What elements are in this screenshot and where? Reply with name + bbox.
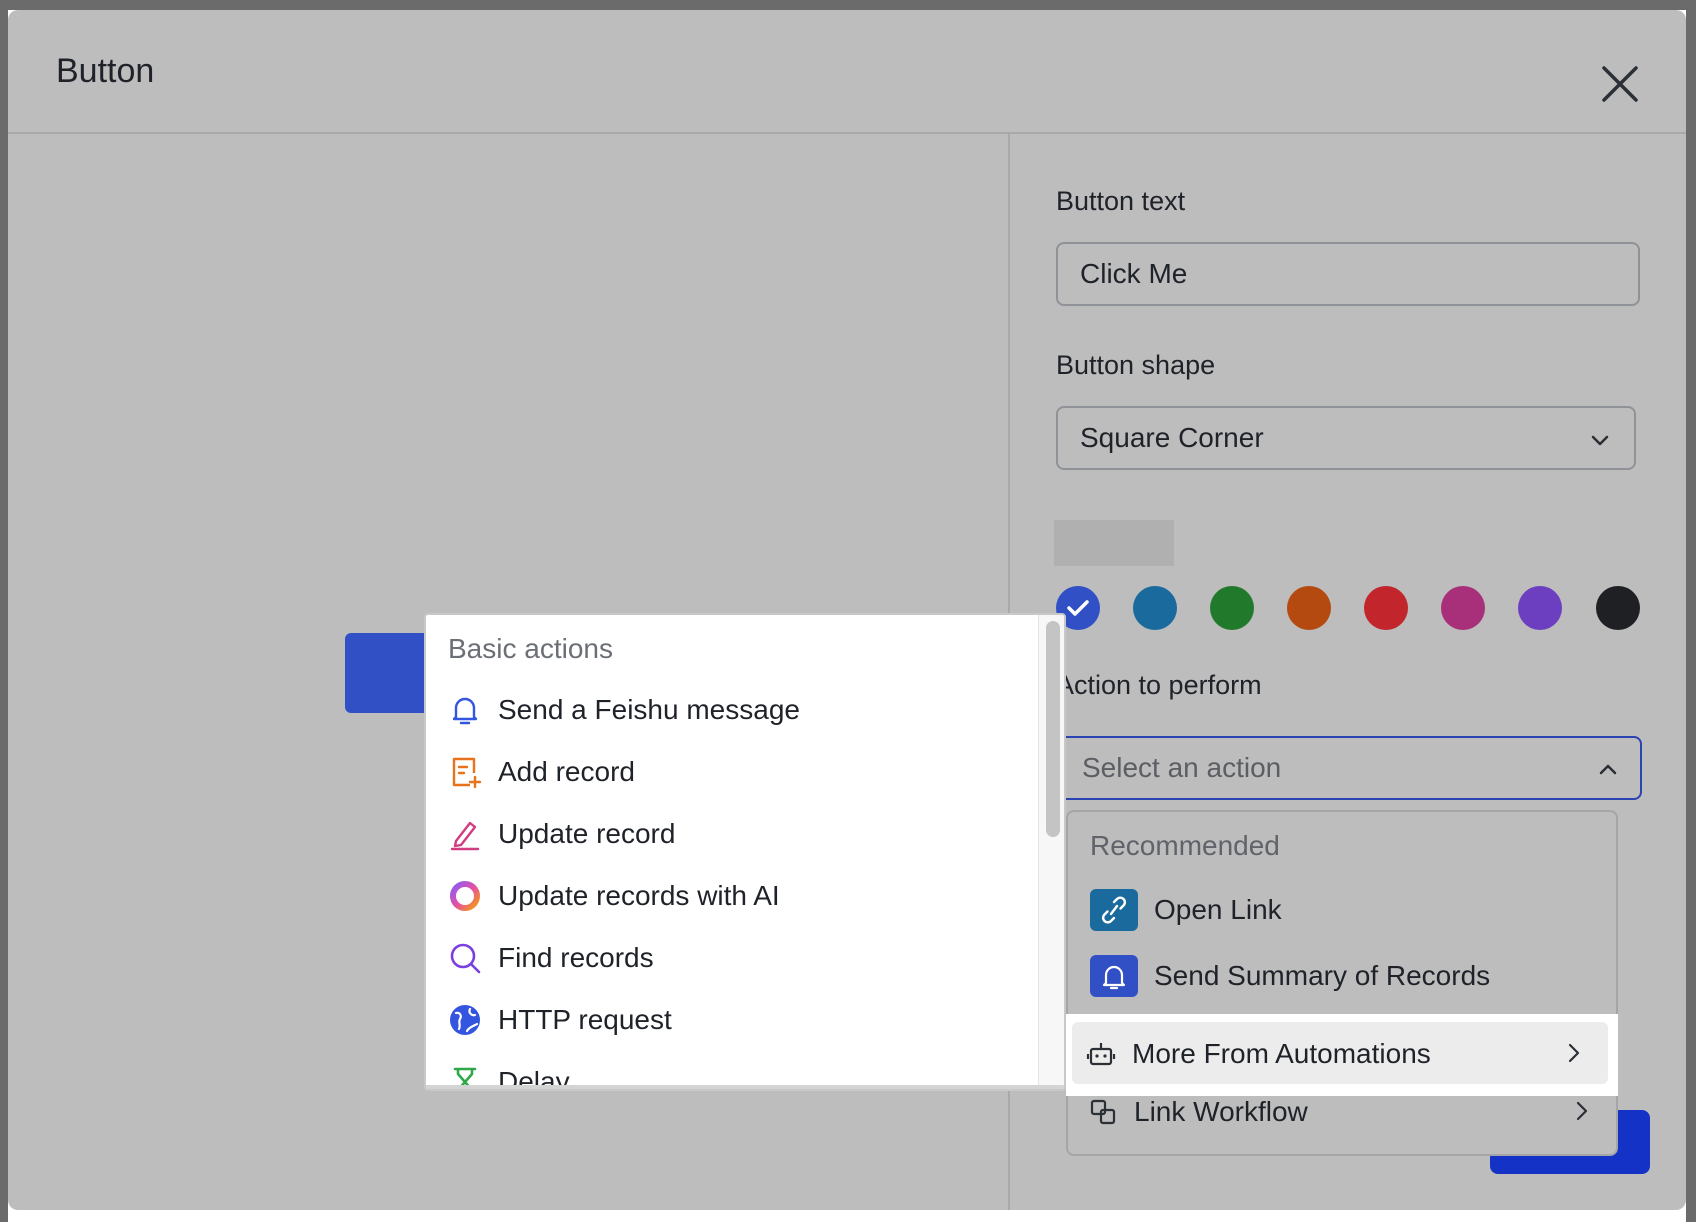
ai-ring-icon <box>450 881 480 911</box>
backdrop <box>0 0 8 1222</box>
color-swatch-orange[interactable] <box>1287 586 1331 630</box>
menu-item-http-request[interactable]: HTTP request <box>426 989 1036 1049</box>
color-swatch-black[interactable] <box>1596 586 1640 630</box>
menu-item-more-from-automations[interactable]: More From Automations <box>1072 1022 1608 1084</box>
basic-actions-menu: Basic actions Send a Feishu message Add … <box>424 613 1066 1091</box>
header-divider <box>8 132 1686 134</box>
link-icon <box>1090 889 1138 931</box>
menu-item-label: Open Link <box>1154 894 1282 925</box>
recommended-menu: Recommended Open Link Send Summary of Re… <box>1066 810 1618 1156</box>
menu-item-label: Link Workflow <box>1134 1096 1308 1127</box>
chevron-up-icon <box>1599 764 1617 775</box>
action-label: Action to perform <box>1056 670 1262 700</box>
button-shape-label: Button shape <box>1056 350 1216 380</box>
robot-icon <box>1086 1043 1116 1066</box>
menu-item-label: Update record <box>498 818 676 849</box>
workflow-icon <box>1090 1099 1116 1125</box>
color-swatch-green[interactable] <box>1210 586 1254 630</box>
menu-item-label: Update records with AI <box>498 880 780 911</box>
menu-item-add-record[interactable]: Add record <box>426 741 1036 801</box>
color-label-placeholder <box>1054 520 1174 566</box>
action-select[interactable]: Select an action <box>1058 736 1642 800</box>
button-text-input[interactable] <box>1056 242 1640 306</box>
menu-item-update-record[interactable]: Update record <box>426 803 1036 863</box>
button-preview <box>345 633 425 713</box>
action-placeholder: Select an action <box>1082 752 1282 783</box>
menu-item-send-feishu-message[interactable]: Send a Feishu message <box>426 679 1036 739</box>
menu-item-update-records-ai[interactable]: Update records with AI <box>426 865 1036 925</box>
scrollbar-thumb[interactable] <box>1046 621 1060 837</box>
menu-item-label: HTTP request <box>498 1004 672 1035</box>
chevron-down-icon <box>1591 435 1609 446</box>
menu-bottom-edge <box>426 1085 1064 1089</box>
color-swatch-purple[interactable] <box>1518 586 1562 630</box>
button-settings-dialog: Button Button text Button shape Square C… <box>8 10 1686 1210</box>
menu-item-label: Add record <box>498 756 635 787</box>
button-text-label: Button text <box>1056 186 1186 216</box>
highlight-frame: More From Automations <box>1066 1014 1618 1096</box>
menu-item-label: Send a Feishu message <box>498 694 800 725</box>
color-swatch-teal-blue[interactable] <box>1133 586 1177 630</box>
basic-section-title: Basic actions <box>448 633 613 664</box>
pencil-icon <box>450 821 480 851</box>
bell-icon <box>452 697 478 725</box>
add-record-icon <box>452 757 482 789</box>
check-icon <box>1067 600 1089 616</box>
backdrop <box>0 0 1696 10</box>
menu-item-label: Send Summary of Records <box>1154 960 1491 991</box>
backdrop <box>1686 0 1696 1222</box>
chevron-right-icon <box>1568 1043 1580 1063</box>
menu-item-open-link[interactable]: Open Link <box>1068 880 1616 940</box>
close-icon[interactable] <box>1598 62 1642 106</box>
menu-item-send-summary[interactable]: Send Summary of Records <box>1068 946 1616 1006</box>
globe-icon <box>450 1005 480 1035</box>
chevron-right-icon <box>1576 1101 1588 1121</box>
menu-item-label: More From Automations <box>1132 1038 1431 1069</box>
dialog-title: Button <box>56 52 155 90</box>
menu-item-label: Find records <box>498 942 654 973</box>
search-icon <box>450 943 481 974</box>
menu-item-find-records[interactable]: Find records <box>426 927 1036 987</box>
recommended-section-title: Recommended <box>1090 830 1280 861</box>
bell-icon <box>1090 955 1138 997</box>
button-shape-value: Square Corner <box>1080 422 1264 453</box>
color-swatch-red[interactable] <box>1364 586 1408 630</box>
color-swatch-magenta[interactable] <box>1441 586 1485 630</box>
button-shape-select[interactable]: Square Corner <box>1056 406 1636 470</box>
